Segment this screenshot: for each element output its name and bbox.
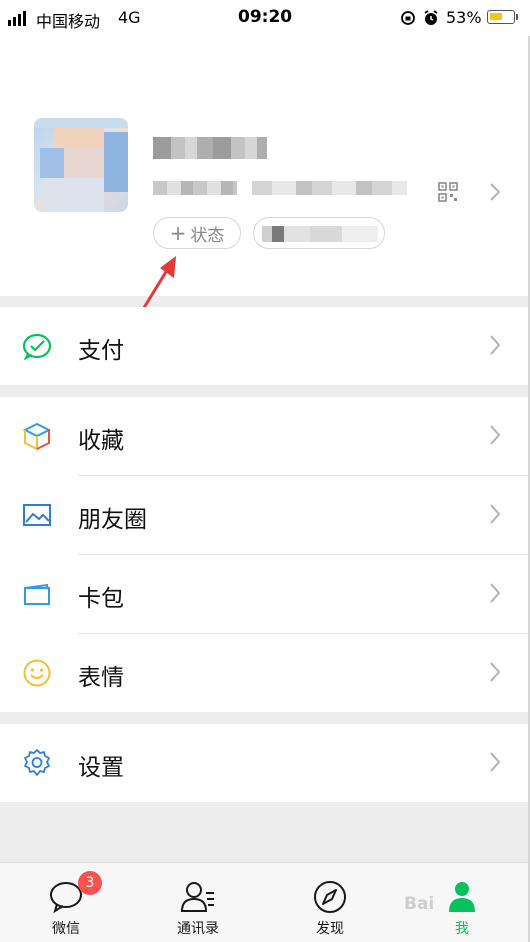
chevron-right-icon (490, 425, 501, 445)
menu-item-label: 朋友圈 (78, 507, 147, 533)
add-status-button[interactable]: + 状态 (153, 217, 241, 249)
plus-icon: + (169, 221, 187, 245)
menu-item-favorites[interactable]: 收藏 (0, 397, 528, 475)
menu-item-label: 收藏 (78, 428, 124, 454)
avatar[interactable] (34, 118, 128, 212)
menu-item-moments[interactable]: 朋友圈 (0, 476, 528, 554)
menu-group-settings: 设置 (0, 724, 528, 802)
battery-icon (487, 10, 515, 24)
status-bar: 中国移动 4G 09:20 53% (0, 0, 530, 36)
cube-icon (22, 422, 52, 451)
menu-item-label: 设置 (78, 755, 124, 781)
tab-discover[interactable]: 发现 (264, 863, 396, 942)
tab-chats[interactable]: 3 微信 (0, 863, 132, 942)
tab-bar: 3 微信 通讯录 发现 我 (0, 862, 528, 942)
qr-code-icon[interactable] (438, 182, 458, 202)
tab-label: 通讯录 (177, 921, 219, 937)
tab-label: 微信 (52, 921, 80, 937)
chevron-right-icon (490, 335, 501, 355)
clock: 09:20 (238, 7, 293, 27)
wechat-me-screen: 中国移动 4G 09:20 53% + 状态 支付 收藏 朋友圈 卡包 表情 设… (0, 0, 530, 942)
compass-icon (314, 881, 346, 913)
gear-icon (24, 749, 50, 776)
alarm-icon (424, 10, 438, 25)
menu-group-main: 收藏 朋友圈 卡包 表情 (0, 397, 528, 712)
menu-item-pay[interactable]: 支付 (0, 307, 528, 385)
tab-contacts[interactable]: 通讯录 (132, 863, 264, 942)
chevron-right-icon (490, 752, 501, 772)
profile-header[interactable]: + 状态 (0, 36, 528, 296)
menu-item-stickers[interactable]: 表情 (0, 634, 528, 712)
rotation-lock-icon (401, 11, 415, 25)
chevron-right-icon (490, 504, 501, 524)
me-person-icon (449, 882, 475, 912)
contacts-icon (180, 882, 214, 912)
menu-item-cards[interactable]: 卡包 (0, 555, 528, 633)
card-wallet-icon (24, 583, 50, 605)
wechat-id-blurred-2 (252, 181, 407, 195)
nickname-blurred (153, 137, 267, 159)
network-type: 4G (118, 8, 141, 27)
battery-tip (516, 14, 518, 20)
chevron-right-icon (490, 662, 501, 682)
carrier-name: 中国移动 (36, 12, 101, 31)
unread-badge: 3 (78, 871, 102, 895)
chevron-right-icon (490, 583, 501, 603)
wechat-id-blurred (153, 181, 237, 195)
status-button-label: 状态 (190, 225, 225, 246)
smiley-icon (23, 659, 51, 687)
watermark-text: Bai (404, 894, 435, 914)
chevron-right-icon[interactable] (488, 182, 502, 202)
tab-label: 发现 (316, 921, 344, 937)
menu-group-pay: 支付 (0, 307, 528, 385)
wechat-pay-icon (22, 333, 52, 361)
picture-icon (23, 504, 51, 526)
menu-item-label: 表情 (78, 665, 124, 691)
menu-item-label: 支付 (78, 338, 124, 364)
battery-percent: 53% (446, 8, 482, 27)
menu-item-settings[interactable]: 设置 (0, 724, 528, 802)
menu-item-label: 卡包 (78, 586, 124, 612)
tab-label: 我 (455, 921, 469, 937)
signal-icon (8, 11, 26, 26)
status-chip-blurred[interactable] (253, 217, 385, 249)
